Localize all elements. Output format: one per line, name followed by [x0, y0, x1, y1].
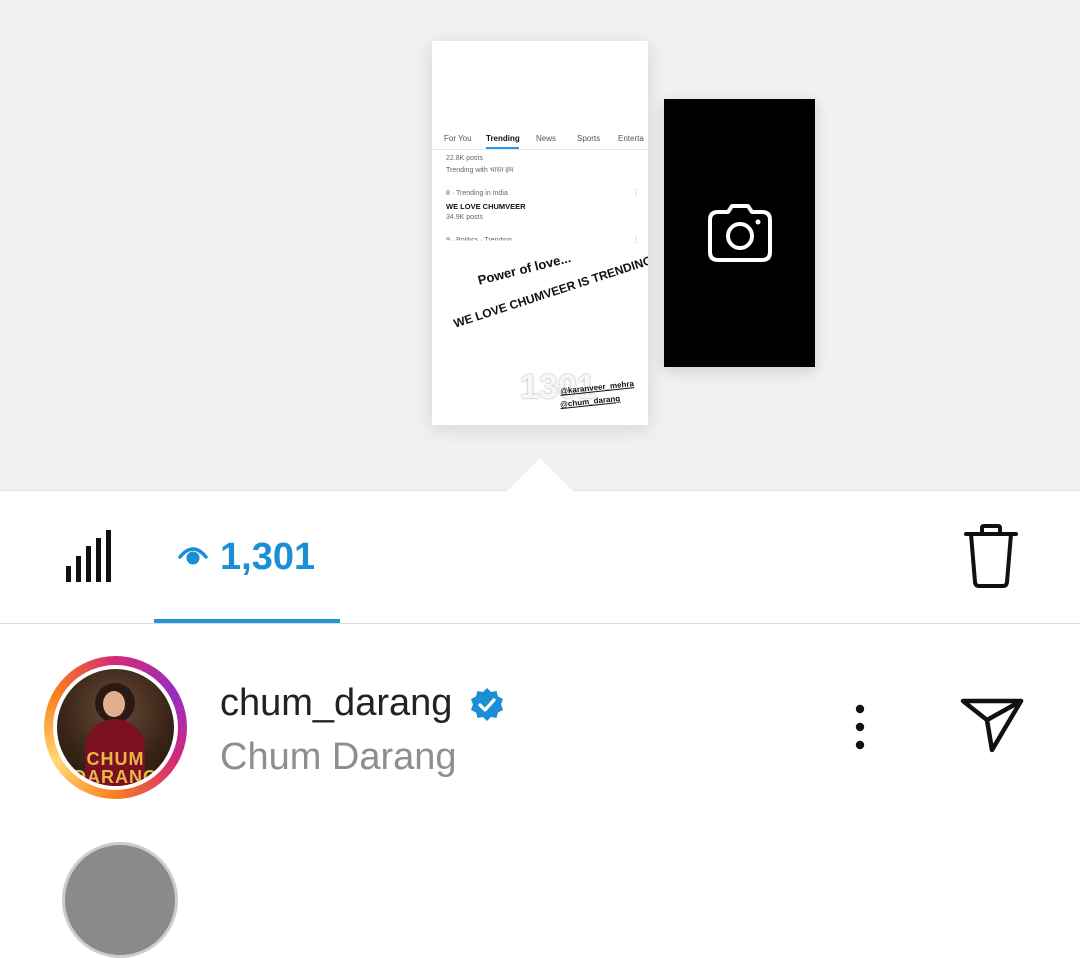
selection-pointer: [507, 458, 573, 491]
avatar[interactable]: CHUM DARANG: [57, 669, 174, 786]
story-thumbnail[interactable]: For You Trending News Sports Enterta 22.…: [432, 41, 648, 425]
viewer-full-name: Chum Darang: [220, 736, 457, 778]
trending-tabs: For You Trending News Sports Enterta: [444, 134, 648, 148]
send-icon[interactable]: [960, 698, 1024, 759]
tab-news: News: [536, 134, 557, 143]
avatar-text: DARANG: [73, 767, 158, 786]
views-count: 1,301: [220, 536, 316, 578]
eye-icon: [178, 545, 208, 572]
post-count: 34.9K posts: [446, 214, 483, 221]
trending-topic: WE LOVE CHUMVEER: [446, 202, 526, 211]
tab-separator: [432, 149, 648, 150]
camera-icon: [707, 204, 772, 262]
tab-trending: Trending: [486, 134, 520, 143]
post-count: 22.8K posts: [446, 155, 483, 162]
verified-badge-icon: [468, 686, 506, 729]
tab-entertainment: Enterta: [618, 134, 644, 143]
trash-icon[interactable]: [962, 524, 1020, 593]
more-vertical-icon[interactable]: [852, 704, 868, 755]
more-dots: ⋮: [632, 188, 640, 197]
tab-for-you: For You: [444, 134, 472, 143]
trending-rank: 8 · Trending in India: [446, 190, 508, 197]
viewer-username[interactable]: chum_darang: [220, 682, 452, 725]
add-story-card[interactable]: [664, 99, 815, 367]
tab-sports: Sports: [577, 134, 601, 143]
trending-rank: 9 · Politics · Trending: [446, 237, 512, 244]
avatar-face: [103, 691, 125, 717]
bar-chart-icon[interactable]: [64, 530, 112, 587]
more-dots: ⋮: [632, 235, 640, 244]
trending-with: Trending with भारत हम: [446, 167, 514, 174]
avatar[interactable]: [62, 842, 178, 958]
